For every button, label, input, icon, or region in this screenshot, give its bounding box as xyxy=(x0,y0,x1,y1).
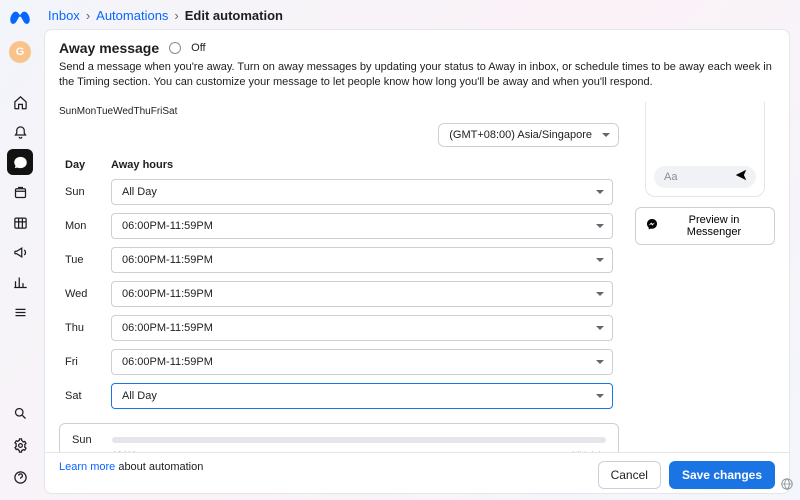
preview-input: Aa xyxy=(654,166,756,188)
chevron-down-icon xyxy=(596,360,604,364)
away-row-tue: Tue06:00PM-11:59PM xyxy=(59,243,619,277)
nav-insights[interactable] xyxy=(7,269,33,295)
chevron-down-icon xyxy=(596,224,604,228)
send-icon xyxy=(734,168,748,185)
timezone-value: (GMT+08:00) Asia/Singapore xyxy=(449,129,592,141)
learn-more-text: Learn more about automation xyxy=(59,461,203,473)
messenger-icon xyxy=(646,218,658,233)
away-row-sun: SunAll Day xyxy=(59,175,619,209)
chevron-right-icon: › xyxy=(86,8,90,23)
nav-planner[interactable] xyxy=(7,209,33,235)
save-button[interactable]: Save changes xyxy=(669,461,775,489)
days-strip: SunMonTueWedThuFriSat xyxy=(59,102,619,121)
globe-icon[interactable] xyxy=(780,477,794,494)
away-row-fri: Fri06:00PM-11:59PM xyxy=(59,345,619,379)
preview-in-messenger-button[interactable]: Preview in Messenger xyxy=(635,207,775,245)
chevron-down-icon xyxy=(596,292,604,296)
preview-placeholder: Aa xyxy=(664,171,677,183)
nav-all-tools[interactable] xyxy=(7,299,33,325)
chevron-down-icon xyxy=(596,394,604,398)
timeline-panel: Sun12AMMidnightMon12AMMidnightTue12AMMid… xyxy=(59,423,619,452)
col-day: Day xyxy=(59,155,105,175)
timeline-row-sun: Sun xyxy=(72,434,606,446)
away-row-mon: Mon06:00PM-11:59PM xyxy=(59,209,619,243)
day-label: Thu xyxy=(59,311,105,345)
automation-card: Away message Off Send a message when you… xyxy=(44,29,790,494)
away-row-sat: SatAll Day xyxy=(59,379,619,413)
nav-notifications[interactable] xyxy=(7,119,33,145)
messenger-preview: Aa xyxy=(645,102,765,197)
breadcrumb-current: Edit automation xyxy=(185,8,283,23)
nav-icon-list xyxy=(7,89,33,325)
away-hours-select-sun[interactable]: All Day xyxy=(111,179,613,205)
page-title: Away message xyxy=(59,40,159,56)
meta-logo[interactable] xyxy=(9,8,31,33)
timeline-bar xyxy=(112,437,606,443)
away-hours-table: Day Away hours SunAll DayMon06:00PM-11:5… xyxy=(59,155,619,413)
nav-help[interactable] xyxy=(7,464,33,490)
preview-button-label: Preview in Messenger xyxy=(664,214,764,238)
away-hours-select-mon[interactable]: 06:00PM-11:59PM xyxy=(111,213,613,239)
chevron-down-icon xyxy=(602,133,610,137)
nav-settings[interactable] xyxy=(7,432,33,458)
breadcrumb-inbox[interactable]: Inbox xyxy=(48,8,80,23)
timezone-select[interactable]: (GMT+08:00) Asia/Singapore xyxy=(438,123,619,147)
left-nav-sidebar: G xyxy=(0,0,40,500)
away-row-thu: Thu06:00PM-11:59PM xyxy=(59,311,619,345)
cancel-button[interactable]: Cancel xyxy=(598,461,661,489)
day-label: Sat xyxy=(59,379,105,413)
nav-home[interactable] xyxy=(7,89,33,115)
away-row-wed: Wed06:00PM-11:59PM xyxy=(59,277,619,311)
breadcrumb: Inbox › Automations › Edit automation xyxy=(44,6,790,29)
nav-inbox[interactable] xyxy=(7,149,33,175)
breadcrumb-automations[interactable]: Automations xyxy=(96,8,168,23)
learn-more-link[interactable]: Learn more xyxy=(59,461,115,473)
account-avatar[interactable]: G xyxy=(9,41,31,63)
nav-ads[interactable] xyxy=(7,239,33,265)
status-radio-off[interactable] xyxy=(169,42,181,54)
status-label: Off xyxy=(191,42,205,54)
chevron-down-icon xyxy=(596,326,604,330)
col-hours: Away hours xyxy=(105,155,619,175)
chevron-right-icon: › xyxy=(174,8,178,23)
day-label: Wed xyxy=(59,277,105,311)
page-description: Send a message when you're away. Turn on… xyxy=(59,60,775,90)
away-hours-select-sat[interactable]: All Day xyxy=(111,383,613,409)
chevron-down-icon xyxy=(596,190,604,194)
nav-search[interactable] xyxy=(7,400,33,426)
day-label: Tue xyxy=(59,243,105,277)
day-label: Mon xyxy=(59,209,105,243)
away-hours-select-wed[interactable]: 06:00PM-11:59PM xyxy=(111,281,613,307)
day-label: Sun xyxy=(59,175,105,209)
main-panel: Inbox › Automations › Edit automation Aw… xyxy=(40,0,800,500)
away-hours-select-thu[interactable]: 06:00PM-11:59PM xyxy=(111,315,613,341)
day-label: Fri xyxy=(59,345,105,379)
away-hours-select-fri[interactable]: 06:00PM-11:59PM xyxy=(111,349,613,375)
chevron-down-icon xyxy=(596,258,604,262)
nav-content[interactable] xyxy=(7,179,33,205)
away-hours-select-tue[interactable]: 06:00PM-11:59PM xyxy=(111,247,613,273)
